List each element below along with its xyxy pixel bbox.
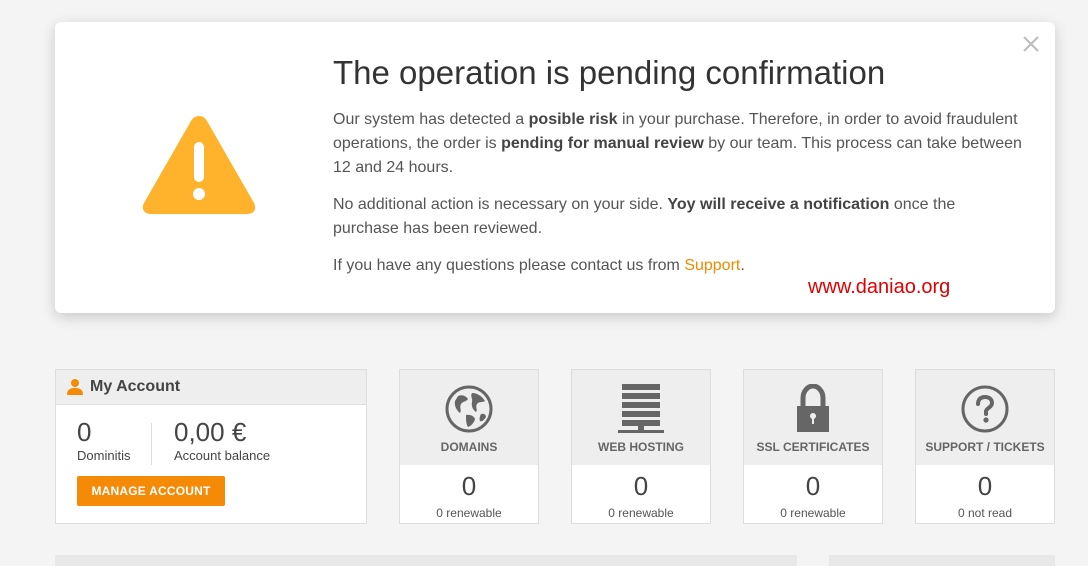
tile-count: 0 <box>805 471 821 501</box>
tile-subtext: 0 renewable <box>608 506 674 520</box>
tile-count: 0 <box>461 471 477 501</box>
watermark-text: www.daniao.org <box>808 276 951 298</box>
tile-label: WEB HOSTING <box>598 440 684 454</box>
server-icon <box>616 384 666 434</box>
tile-support-tickets[interactable]: SUPPORT / TICKETS 0 0 not read <box>915 369 1055 524</box>
side-panel-edge <box>829 555 1055 566</box>
manage-account-button[interactable]: MANAGE ACCOUNT <box>77 476 225 506</box>
warning-triangle-icon <box>140 112 258 216</box>
dominitis-stat: 0 Dominitis <box>77 417 130 463</box>
modal-body: Our system has detected a posible risk i… <box>333 108 1023 291</box>
tile-label: DOMAINS <box>440 440 498 454</box>
risk-paragraph: Our system has detected a posible risk i… <box>333 111 1022 176</box>
tile-web-hosting[interactable]: WEB HOSTING 0 0 renewable <box>571 369 711 524</box>
lock-icon <box>788 384 838 434</box>
tile-ssl-certificates[interactable]: SSL CERTIFICATES 0 0 renewable <box>743 369 883 524</box>
tile-domains[interactable]: DOMAINS 0 0 renewable <box>399 369 539 524</box>
content-panel-edge <box>55 555 797 566</box>
my-account-title: My Account <box>90 378 181 395</box>
close-icon[interactable] <box>1021 34 1041 54</box>
tile-label: SUPPORT / TICKETS <box>925 440 1045 454</box>
dominitis-value: 0 <box>77 417 92 447</box>
question-icon <box>960 384 1010 434</box>
dominitis-label: Dominitis <box>77 448 131 463</box>
balance-label: Account balance <box>174 448 271 463</box>
pending-confirmation-modal: The operation is pending confirmation Ou… <box>55 22 1055 313</box>
tile-subtext: 0 not read <box>957 506 1013 520</box>
globe-icon <box>444 384 494 434</box>
notification-paragraph: No additional action is necessary on you… <box>333 196 956 237</box>
contact-paragraph: If you have any questions please contact… <box>333 257 745 274</box>
stat-divider <box>151 423 152 465</box>
tile-label: SSL CERTIFICATES <box>756 440 870 454</box>
my-account-header: My Account <box>56 370 366 405</box>
modal-title: The operation is pending confirmation <box>333 54 886 91</box>
balance-value: 0,00 € <box>174 417 247 447</box>
tile-count: 0 <box>977 471 993 501</box>
support-link[interactable]: Support <box>684 257 740 274</box>
tile-subtext: 0 renewable <box>436 506 502 520</box>
user-icon <box>66 378 84 396</box>
balance-stat: 0,00 € Account balance <box>174 417 270 463</box>
my-account-panel: My Account 0 Dominitis 0,00 € Account ba… <box>55 369 367 524</box>
tile-subtext: 0 renewable <box>780 506 846 520</box>
tile-count: 0 <box>633 471 649 501</box>
